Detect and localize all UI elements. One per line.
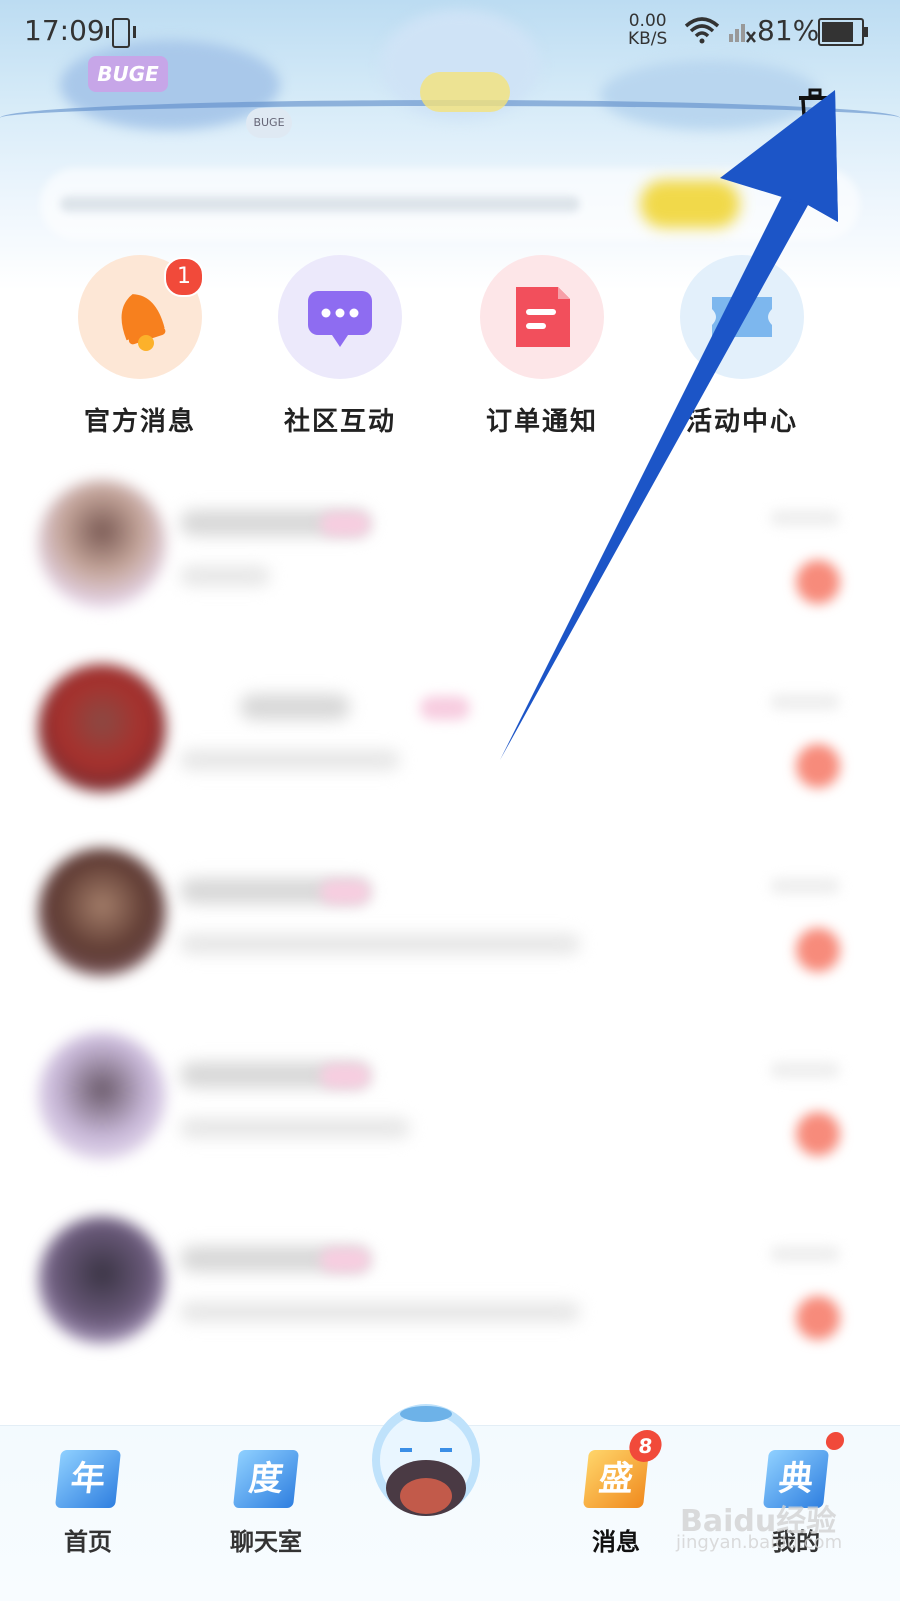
messages-tab-icon: 盛 8: [582, 1430, 664, 1508]
list-item[interactable]: [0, 1022, 900, 1206]
tab-messages[interactable]: 盛 8 消息: [556, 1430, 676, 1557]
chatroom-tab-icon: 度: [232, 1450, 300, 1508]
list-item[interactable]: [0, 1206, 900, 1390]
annotation-arrow: [500, 90, 838, 760]
avatar: [38, 1216, 166, 1344]
home-tab-icon: 年: [54, 1450, 122, 1508]
unread-badge: 8: [627, 1430, 664, 1462]
tab-chatroom[interactable]: 度 聊天室: [206, 1450, 326, 1557]
watermark-url: jingyan.baidu.com: [676, 1532, 843, 1553]
avatar: [38, 1032, 166, 1160]
notification-dot: [825, 1432, 845, 1450]
center-mascot-icon[interactable]: [370, 1400, 482, 1518]
tab-home[interactable]: 年 首页: [28, 1450, 148, 1557]
